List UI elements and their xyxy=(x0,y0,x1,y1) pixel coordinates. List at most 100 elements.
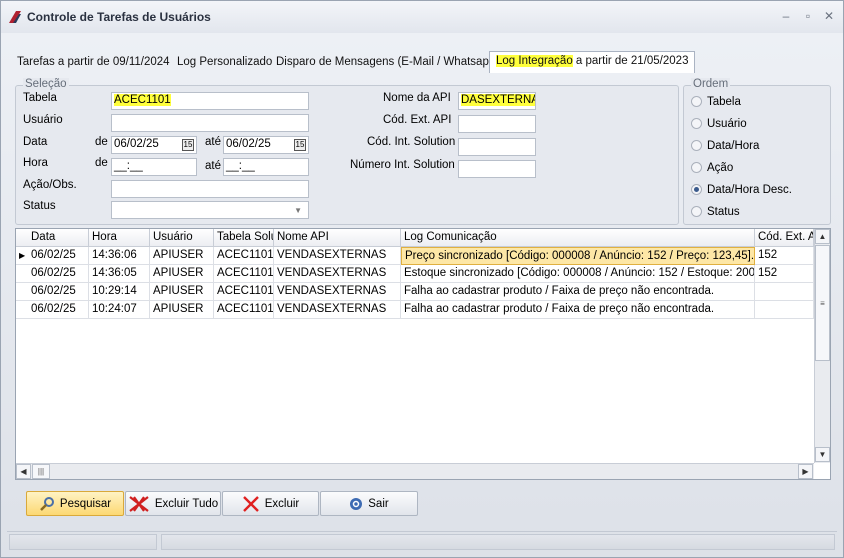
cell-data[interactable]: 06/02/25 xyxy=(28,283,89,301)
cell-usuario[interactable]: APIUSER xyxy=(150,283,214,301)
cell-hora[interactable]: 14:36:05 xyxy=(89,265,150,283)
log-grid[interactable]: Data Hora Usuário Tabela Solu Nome API L… xyxy=(15,228,831,480)
column-header-cod-ext-api[interactable]: Cód. Ext. Al xyxy=(755,229,814,247)
tab-tarefas[interactable]: Tarefas a partir de 09/11/2024 xyxy=(11,53,176,73)
status-panel-2 xyxy=(161,534,835,550)
data-de-label: de xyxy=(95,136,108,148)
hora-de-label: de xyxy=(95,157,108,169)
cell-tabela[interactable]: ACEC1101 xyxy=(214,247,274,265)
chevron-down-icon: ▼ xyxy=(294,206,302,215)
cell-usuario[interactable]: APIUSER xyxy=(150,301,214,319)
ordem-option-data-hora[interactable]: Data/Hora xyxy=(691,140,759,152)
cell-nome-api[interactable]: VENDASEXTERNAS xyxy=(274,283,401,301)
delete-all-icon xyxy=(129,495,149,512)
table-row[interactable]: 06/02/25 10:29:14 APIUSER ACEC1101 VENDA… xyxy=(16,283,814,301)
scroll-up-icon[interactable]: ▲ xyxy=(815,229,830,244)
cell-cod-ext-api[interactable]: 152 xyxy=(755,247,814,265)
calendar-icon[interactable]: 15 xyxy=(294,139,306,151)
data-de-input[interactable]: 06/02/25 15 xyxy=(111,136,197,154)
ordem-option-tabela[interactable]: Tabela xyxy=(691,96,741,108)
sair-button[interactable]: Sair xyxy=(320,491,418,516)
table-row[interactable]: 06/02/25 14:36:05 APIUSER ACEC1101 VENDA… xyxy=(16,265,814,283)
column-header-data[interactable]: Data xyxy=(28,229,89,247)
minimize-button[interactable]: – xyxy=(779,9,793,23)
table-row[interactable]: 06/02/25 10:24:07 APIUSER ACEC1101 VENDA… xyxy=(16,301,814,319)
cell-data[interactable]: 06/02/25 xyxy=(28,301,89,319)
ordem-option-acao[interactable]: Ação xyxy=(691,162,733,174)
table-row[interactable]: ▶ 06/02/25 14:36:06 APIUSER ACEC1101 VEN… xyxy=(16,247,814,265)
scroll-down-icon[interactable]: ▼ xyxy=(815,447,830,462)
maximize-button[interactable]: ▫ xyxy=(801,9,815,23)
excluir-button[interactable]: Excluir xyxy=(222,491,319,516)
tabela-label: Tabela xyxy=(23,92,57,104)
cell-hora[interactable]: 10:24:07 xyxy=(89,301,150,319)
app-logo-icon xyxy=(9,11,21,23)
column-header-tabela-solution[interactable]: Tabela Solu xyxy=(214,229,274,247)
cell-hora[interactable]: 14:36:06 xyxy=(89,247,150,265)
scroll-left-icon[interactable]: ◀ xyxy=(16,464,31,479)
close-button[interactable]: ✕ xyxy=(822,9,836,23)
cod-ext-api-input[interactable] xyxy=(458,115,536,133)
cell-tabela[interactable]: ACEC1101 xyxy=(214,265,274,283)
calendar-icon[interactable]: 15 xyxy=(182,139,194,151)
selecao-legend: Seleção xyxy=(23,78,69,90)
tab-disparo-mensagens[interactable]: Disparo de Mensagens (E-Mail / Whatsapp) xyxy=(270,53,505,73)
excluir-tudo-button[interactable]: Excluir Tudo xyxy=(125,491,221,516)
usuario-input[interactable] xyxy=(111,114,309,132)
ordem-option-status[interactable]: Status xyxy=(691,206,740,218)
scroll-right-icon[interactable]: ▶ xyxy=(798,464,813,479)
cod-int-solution-label: Cód. Int. Solution xyxy=(367,136,456,148)
cell-data[interactable]: 06/02/25 xyxy=(28,265,89,283)
cell-data[interactable]: 06/02/25 xyxy=(28,247,89,265)
ordem-legend: Ordem xyxy=(691,78,731,90)
ordem-option-usuario[interactable]: Usuário xyxy=(691,118,747,130)
data-ate-input[interactable]: 06/02/25 15 xyxy=(223,136,309,154)
cell-usuario[interactable]: APIUSER xyxy=(150,265,214,283)
cell-log-comunicacao[interactable]: Estoque sincronizado [Código: 000008 / A… xyxy=(401,265,755,283)
status-select[interactable]: ▼ xyxy=(111,201,309,219)
numero-int-solution-input[interactable] xyxy=(458,160,536,178)
title-bar: Controle de Tarefas de Usuários – ▫ ✕ xyxy=(1,1,843,33)
acao-input[interactable] xyxy=(111,180,309,198)
hora-de-input[interactable]: __:__ xyxy=(111,158,197,176)
cell-tabela[interactable]: ACEC1101 xyxy=(214,283,274,301)
numero-int-solution-label: Número Int. Solution xyxy=(350,159,455,171)
horizontal-scroll-thumb[interactable]: ||| xyxy=(32,464,50,479)
cell-cod-ext-api[interactable] xyxy=(755,301,814,319)
cell-tabela[interactable]: ACEC1101 xyxy=(214,301,274,319)
hora-ate-input[interactable]: __:__ xyxy=(223,158,309,176)
grid-horizontal-scrollbar[interactable]: ◀ ||| ▶ xyxy=(16,463,814,479)
cell-log-comunicacao[interactable]: Falha ao cadastrar produto / Faixa de pr… xyxy=(401,283,755,301)
status-bar xyxy=(7,531,837,551)
column-header-log-comunicacao[interactable]: Log Comunicação xyxy=(401,229,755,247)
pesquisar-button[interactable]: Pesquisar xyxy=(26,491,124,516)
column-header-hora[interactable]: Hora xyxy=(89,229,150,247)
grid-vertical-scrollbar[interactable]: ▲ ≡ ▼ xyxy=(814,229,830,463)
hora-label: Hora xyxy=(23,157,48,169)
cell-nome-api[interactable]: VENDASEXTERNAS xyxy=(274,301,401,319)
acao-label: Ação/Obs. xyxy=(23,179,77,191)
tab-log-integracao[interactable]: Log Integração a partir de 21/05/2023 xyxy=(489,51,696,73)
nome-api-label: Nome da API xyxy=(383,92,451,104)
cell-usuario[interactable]: APIUSER xyxy=(150,247,214,265)
nome-api-input[interactable]: DASEXTERNAS xyxy=(458,92,536,110)
cell-nome-api[interactable]: VENDASEXTERNAS xyxy=(274,247,401,265)
tabela-input[interactable]: ACEC1101 xyxy=(111,92,309,110)
cell-hora[interactable]: 10:29:14 xyxy=(89,283,150,301)
cell-log-comunicacao[interactable]: Preço sincronizado [Código: 000008 / Anú… xyxy=(401,247,755,265)
grid-header: Data Hora Usuário Tabela Solu Nome API L… xyxy=(16,229,814,247)
cell-nome-api[interactable]: VENDASEXTERNAS xyxy=(274,265,401,283)
status-label: Status xyxy=(23,200,56,212)
cod-int-solution-input[interactable] xyxy=(458,138,536,156)
column-header-nome-api[interactable]: Nome API xyxy=(274,229,401,247)
data-label: Data xyxy=(23,136,48,148)
ordem-option-data-hora-desc[interactable]: Data/Hora Desc. xyxy=(691,184,792,196)
column-header-usuario[interactable]: Usuário xyxy=(150,229,214,247)
cell-cod-ext-api[interactable]: 152 xyxy=(755,265,814,283)
cell-log-comunicacao[interactable]: Falha ao cadastrar produto / Faixa de pr… xyxy=(401,301,755,319)
cod-ext-api-label: Cód. Ext. API xyxy=(383,114,452,126)
cell-cod-ext-api[interactable] xyxy=(755,283,814,301)
vertical-scroll-thumb[interactable]: ≡ xyxy=(815,245,830,361)
data-ate-label: até xyxy=(205,136,221,148)
tab-log-personalizado[interactable]: Log Personalizado xyxy=(171,53,278,73)
